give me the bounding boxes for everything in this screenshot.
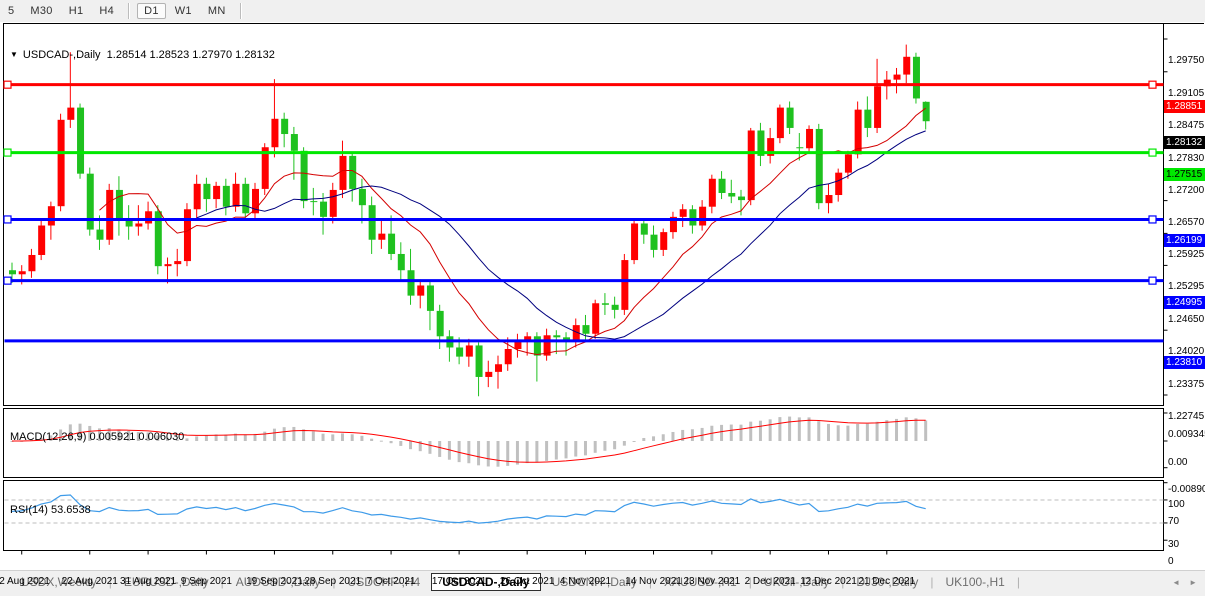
toolbar-separator (239, 3, 242, 19)
hline-handle[interactable] (1148, 148, 1157, 157)
macd-panel-plot[interactable] (3, 408, 1164, 478)
timeframe-button-5[interactable]: 5 (1, 3, 21, 19)
rsi-value: 53.6538 (50, 504, 91, 516)
hline-handle[interactable] (3, 276, 12, 285)
toolbar-separator (128, 3, 131, 19)
hline-handle[interactable] (1148, 80, 1157, 89)
hline-handle[interactable] (1148, 215, 1157, 224)
chart-title: ▼ USDCAD-,Daily 1.28514 1.28523 1.27970 1… (10, 49, 275, 61)
rsi-indicator-label: RSI(14) 53.6538 (10, 504, 91, 516)
chart-canvas (3, 23, 1204, 555)
timeframe-button-mn[interactable]: MN (201, 3, 233, 19)
timeframe-button-h1[interactable]: H1 (62, 3, 91, 19)
timeframe-button-h4[interactable]: H4 (92, 3, 121, 19)
timeframe-button-w1[interactable]: W1 (168, 3, 199, 19)
hline-handle[interactable] (3, 215, 12, 224)
timeframe-button-m30[interactable]: M30 (23, 3, 59, 19)
hline-handle[interactable] (3, 148, 12, 157)
rsi-panel-plot[interactable] (3, 480, 1164, 551)
collapse-arrow-icon[interactable]: ▼ (10, 50, 18, 59)
timeframe-toolbar: 5 M30 H1 H4 D1 W1 MN (0, 0, 1205, 23)
hline-handle[interactable] (3, 80, 12, 89)
macd-values: 0.005921 0.006030 (89, 431, 185, 443)
main-chart-plot[interactable] (3, 23, 1164, 406)
macd-name: MACD(12,26,9) (10, 431, 87, 443)
chart-window: 1.29750 1.29105 1.28475 1.27830 1.27200 1.265… (0, 22, 1205, 587)
ohlc-values: 1.28514 1.28523 1.27970 1.28132 (106, 49, 275, 61)
macd-indicator-label: MACD(12,26,9) 0.005921 0.006030 (10, 431, 184, 443)
rsi-name: RSI(14) (10, 504, 48, 516)
hline-handle[interactable] (1148, 276, 1157, 285)
timeframe-button-d1[interactable]: D1 (137, 3, 166, 19)
panel-borders (3, 23, 1204, 551)
trading-app: { "toolbar": {"items": ["5", "M30", "H1"… (0, 0, 1205, 596)
symbol-period-label: USDCAD-,Daily (22, 49, 101, 61)
